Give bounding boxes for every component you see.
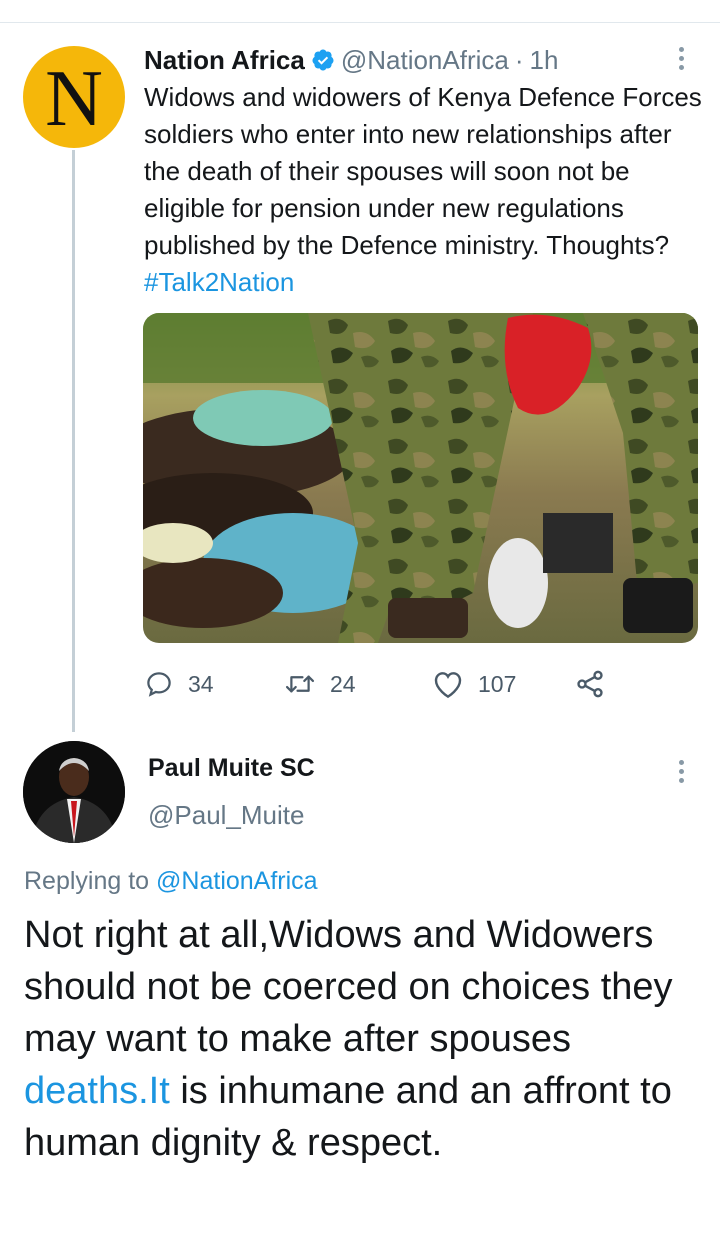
tweet1-header: Nation Africa @NationAfrica · 1h (144, 44, 558, 76)
reply-action[interactable]: 34 (144, 664, 214, 704)
tweet1-author-handle[interactable]: @NationAfrica (341, 45, 509, 76)
tweet1-hashtag[interactable]: #Talk2Nation (144, 267, 294, 297)
avatar-letter: N (45, 55, 103, 143)
avatar-photo (23, 741, 125, 843)
replying-mention-link[interactable]: @NationAfrica (156, 867, 318, 895)
tweet2-more-icon[interactable] (670, 757, 694, 787)
share-action[interactable] (574, 664, 606, 704)
replying-to-line: Replying to @NationAfrica (24, 867, 318, 896)
retweet-icon (285, 675, 315, 693)
reply-count: 34 (188, 670, 214, 697)
retweet-count: 24 (330, 670, 356, 697)
like-heart-icon (434, 672, 462, 699)
tweet2-text: Not right at all,Widows and Widowers sho… (24, 909, 714, 1169)
header-separator: · (514, 44, 524, 75)
tweet1-media-photo[interactable] (143, 313, 698, 643)
tweet2-author-name[interactable]: Paul Muite SC (148, 754, 315, 783)
replying-prefix: Replying to (24, 867, 150, 895)
tweet2-body-part1: Not right at all,Widows and Widowers sho… (24, 914, 673, 1060)
nation-africa-avatar[interactable]: N (23, 46, 125, 148)
tweet1-timestamp[interactable]: 1h (530, 45, 559, 76)
reply-icon (147, 672, 171, 697)
tweet1-author-name[interactable]: Nation Africa (144, 45, 305, 76)
top-divider (0, 22, 720, 23)
photo-soldiers-illustration (143, 313, 698, 643)
paul-muite-avatar[interactable] (23, 741, 125, 843)
thread-connector-line (72, 150, 75, 732)
tweet1-actions: 34 24 107 (144, 664, 704, 704)
like-action[interactable]: 107 (432, 664, 516, 704)
verified-badge-icon (312, 49, 334, 71)
like-count: 107 (478, 670, 517, 697)
tweet1-text: Widows and widowers of Kenya Defence For… (144, 79, 714, 301)
tweet2-inline-link[interactable]: deaths.It (24, 1070, 170, 1112)
retweet-action[interactable]: 24 (284, 664, 356, 704)
tweet1-more-icon[interactable] (670, 44, 694, 74)
share-icon (577, 670, 603, 698)
tweet1-body: Widows and widowers of Kenya Defence For… (144, 82, 702, 260)
tweet2-author-handle[interactable]: @Paul_Muite (148, 800, 304, 831)
